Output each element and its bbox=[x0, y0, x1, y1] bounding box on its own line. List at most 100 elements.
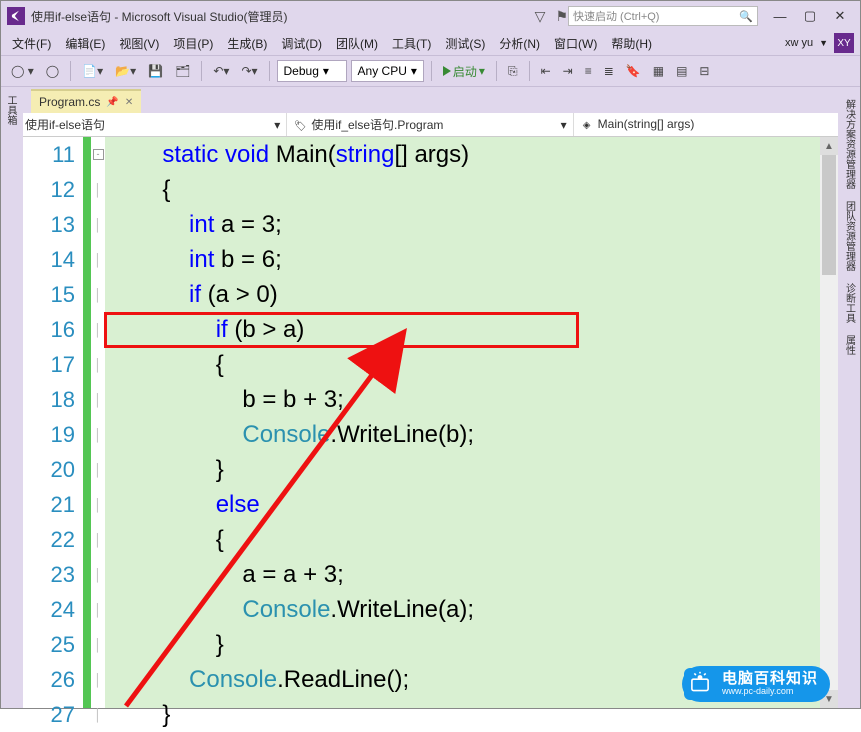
toolbox-tab[interactable]: 工具箱 bbox=[1, 91, 20, 129]
menu-item[interactable]: 团队(M) bbox=[331, 33, 383, 54]
scroll-thumb[interactable] bbox=[822, 155, 836, 275]
config-combo[interactable]: Debug ▾ bbox=[277, 60, 347, 82]
fold-toggle-icon[interactable]: - bbox=[93, 149, 104, 160]
feedback-icon[interactable]: ⚑ bbox=[555, 8, 568, 25]
sidebar-tab[interactable]: 团队资源管理器 bbox=[840, 197, 859, 275]
menu-item[interactable]: 生成(B) bbox=[222, 33, 272, 54]
chevron-down-icon: ▾ bbox=[561, 118, 567, 132]
user-badge[interactable]: xw yu ▼ XY bbox=[785, 33, 854, 53]
save-all-button[interactable]: 🗂 bbox=[171, 60, 194, 82]
maximize-button[interactable]: ▢ bbox=[796, 6, 824, 26]
code-line[interactable]: Console.WriteLine(b); bbox=[105, 417, 838, 452]
menu-item[interactable]: 窗口(W) bbox=[549, 33, 602, 54]
fold-cell: │ bbox=[91, 627, 105, 662]
file-tab-active[interactable]: Program.cs 📌 ✕ bbox=[31, 89, 141, 113]
code-text: b = b + 3; bbox=[105, 386, 344, 414]
new-project-button[interactable]: 📄▾ bbox=[78, 60, 107, 82]
scroll-up-button[interactable]: ▲ bbox=[820, 137, 838, 155]
quick-launch-input[interactable]: 快速启动 (Ctrl+Q) 🔍 bbox=[568, 6, 758, 26]
menu-item[interactable]: 测试(S) bbox=[440, 33, 490, 54]
platform-combo[interactable]: Any CPU▾ bbox=[351, 60, 424, 82]
step-button[interactable]: ⎘ bbox=[504, 60, 522, 82]
code-line[interactable]: int b = 6; bbox=[105, 242, 838, 277]
open-file-button[interactable]: 📂▾ bbox=[111, 60, 140, 82]
menu-item[interactable]: 文件(F) bbox=[7, 33, 56, 54]
nav-class-label: 使用if_else语句.Program bbox=[311, 118, 443, 132]
separator bbox=[529, 61, 530, 81]
comment-icon[interactable]: ≡ bbox=[581, 60, 596, 82]
code-line[interactable]: int a = 3; bbox=[105, 207, 838, 242]
line-number: 14 bbox=[23, 242, 83, 277]
close-button[interactable]: ✕ bbox=[826, 6, 854, 26]
line-number: 15 bbox=[23, 277, 83, 312]
menu-item[interactable]: 项目(P) bbox=[168, 33, 218, 54]
pin-icon[interactable]: 📌 bbox=[106, 97, 118, 108]
code-surface[interactable]: static void Main(string[] args) { int a … bbox=[105, 137, 838, 708]
format-icon[interactable]: ▦ bbox=[649, 60, 668, 82]
code-line[interactable]: a = a + 3; bbox=[105, 557, 838, 592]
code-line[interactable]: { bbox=[105, 522, 838, 557]
config-label: Debug bbox=[284, 64, 319, 78]
fold-cell: │ bbox=[91, 452, 105, 487]
start-debug-button[interactable]: 启动 ▾ bbox=[439, 60, 489, 82]
separator bbox=[431, 61, 432, 81]
code-line[interactable]: else bbox=[105, 487, 838, 522]
notification-icon[interactable]: ▽ bbox=[535, 8, 546, 25]
fold-column: -││││││││││││││││ bbox=[91, 137, 105, 708]
quick-launch-placeholder: 快速启动 (Ctrl+Q) bbox=[573, 8, 659, 24]
code-line[interactable]: Console.WriteLine(a); bbox=[105, 592, 838, 627]
menu-item[interactable]: 调试(D) bbox=[276, 33, 327, 54]
code-line[interactable]: if (b > a) bbox=[105, 312, 838, 347]
redo-button[interactable]: ↷▾ bbox=[237, 60, 261, 82]
line-number: 26 bbox=[23, 662, 83, 697]
code-line[interactable]: { bbox=[105, 172, 838, 207]
menu-item[interactable]: 编辑(E) bbox=[60, 33, 110, 54]
scroll-track[interactable] bbox=[820, 155, 838, 690]
nav-class-combo[interactable]: 🏷 使用if_else语句.Program ▾ bbox=[287, 113, 573, 136]
fold-cell: │ bbox=[91, 417, 105, 452]
watermark-brand: 电脑百科知识 bbox=[722, 671, 818, 688]
tab-well: Program.cs 📌 ✕ ▾ bbox=[1, 87, 860, 113]
tab-close-icon[interactable]: ✕ bbox=[125, 97, 133, 108]
code-line[interactable]: } bbox=[105, 452, 838, 487]
show-whitespace-icon[interactable]: ▤ bbox=[672, 60, 691, 82]
code-line[interactable]: b = b + 3; bbox=[105, 382, 838, 417]
line-number: 27 bbox=[23, 697, 83, 732]
vertical-scrollbar[interactable]: ▲ ▼ bbox=[820, 137, 838, 708]
code-line[interactable]: } bbox=[105, 627, 838, 662]
undo-button[interactable]: ↶▾ bbox=[209, 60, 233, 82]
menu-item[interactable]: 视图(V) bbox=[114, 33, 164, 54]
nav-method-combo[interactable]: ◈Main(string[] args)▾ bbox=[574, 113, 860, 136]
sidebar-tab[interactable]: 诊断工具 bbox=[840, 279, 859, 327]
change-indicator-bar bbox=[83, 137, 91, 708]
nav-back-button[interactable]: ◯ ▾ bbox=[7, 60, 38, 82]
bookmark-icon[interactable]: 🔖 bbox=[622, 60, 645, 82]
code-text: { bbox=[105, 526, 224, 554]
code-line[interactable]: static void Main(string[] args) bbox=[105, 137, 838, 172]
code-editor[interactable]: 1112131415161718192021222324252627 -││││… bbox=[23, 137, 838, 708]
uncomment-icon[interactable]: ≣ bbox=[600, 60, 618, 82]
code-line[interactable]: { bbox=[105, 347, 838, 382]
line-number: 17 bbox=[23, 347, 83, 382]
nav-project-combo[interactable]: C#使用if-else语句▾ bbox=[1, 113, 287, 136]
code-line[interactable]: } bbox=[105, 697, 838, 732]
play-icon bbox=[443, 66, 451, 76]
menu-item[interactable]: 工具(T) bbox=[387, 33, 436, 54]
menu-items: 文件(F)编辑(E)视图(V)项目(P)生成(B)调试(D)团队(M)工具(T)… bbox=[7, 33, 657, 54]
code-line[interactable]: if (a > 0) bbox=[105, 277, 838, 312]
fold-cell: │ bbox=[91, 242, 105, 277]
sidebar-tab[interactable]: 解决方案资源管理器 bbox=[840, 95, 859, 193]
save-button[interactable]: 💾 bbox=[144, 60, 167, 82]
nav-fwd-button[interactable]: ◯ bbox=[42, 60, 63, 82]
indent-in-icon[interactable]: ⇥ bbox=[559, 60, 577, 82]
minimize-button[interactable]: — bbox=[766, 6, 794, 26]
menu-item[interactable]: 分析(N) bbox=[494, 33, 545, 54]
toggle-icon[interactable]: ⊟ bbox=[695, 60, 713, 82]
chevron-down-icon: ▾ bbox=[323, 64, 329, 78]
code-text: int b = 6; bbox=[105, 246, 282, 274]
code-text: Console.ReadLine(); bbox=[105, 666, 409, 694]
class-icon: 🏷 bbox=[293, 119, 307, 133]
sidebar-tab[interactable]: 属性 bbox=[840, 331, 859, 359]
menu-item[interactable]: 帮助(H) bbox=[606, 33, 657, 54]
indent-out-icon[interactable]: ⇤ bbox=[537, 60, 555, 82]
